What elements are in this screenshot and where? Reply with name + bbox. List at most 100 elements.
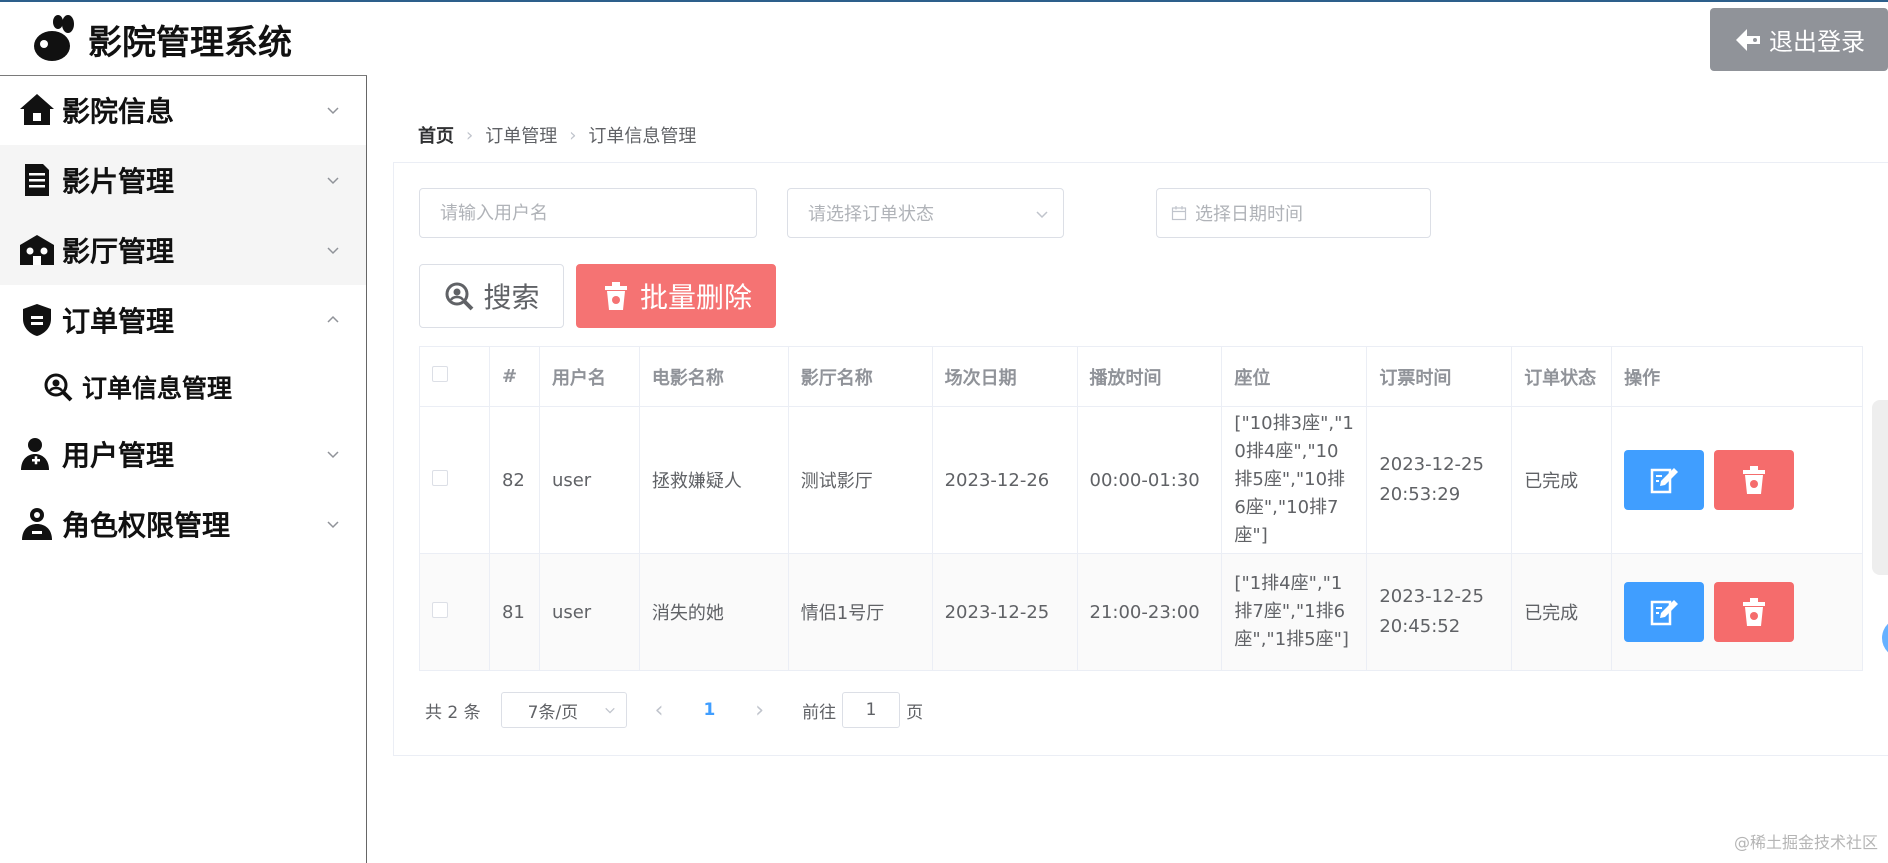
pagination: 共 2 条 7条/页 ‹ 1 › 前往 1 页: [425, 692, 923, 728]
chevron-down-icon: [327, 177, 339, 185]
page-number-current[interactable]: 1: [703, 700, 715, 720]
cell-id: 82: [489, 406, 540, 554]
date-picker[interactable]: 选择日期时间: [1156, 188, 1431, 238]
cell-actions: [1611, 406, 1863, 554]
cell-actions: [1611, 553, 1863, 671]
table-header-row: # 用户名 电影名称 影厅名称 场次日期 播放时间 座位 订票时间 订单状态 操…: [419, 346, 1863, 407]
sidebar-item-orders[interactable]: 订单管理: [0, 285, 366, 355]
table-row: 82 user 拯救嫌疑人 测试影厅 2023-12-26 00:00-01:3…: [419, 406, 1863, 554]
logout-label: 退出登录: [1769, 28, 1865, 56]
orders-table: # 用户名 电影名称 影厅名称 场次日期 播放时间 座位 订票时间 订单状态 操…: [419, 346, 1863, 671]
user-role-icon: [22, 508, 52, 540]
sidebar-item-label: 影厅管理: [62, 235, 175, 268]
user-add-icon: [21, 438, 49, 470]
cell-movie: 拯救嫌疑人: [639, 406, 789, 554]
cell-status: 已完成: [1511, 406, 1613, 554]
column-header: 场次日期: [932, 346, 1078, 407]
column-header: 影厅名称: [788, 346, 933, 407]
sidebar-item-roles[interactable]: 角色权限管理: [0, 489, 366, 559]
calendar-icon: [1171, 206, 1187, 221]
chevron-down-icon: [327, 521, 339, 529]
table-row: 81 user 消失的她 情侣1号厅 2023-12-25 21:00-23:0…: [419, 553, 1863, 671]
next-page-button[interactable]: ›: [755, 698, 764, 723]
sidebar-item-label: 订单信息管理: [82, 374, 233, 403]
column-header: #: [489, 346, 540, 407]
breadcrumb-separator: ›: [569, 124, 577, 146]
column-header: 操作: [1611, 346, 1863, 407]
sidebar-item-movies[interactable]: 影片管理: [0, 145, 366, 215]
cell-seats: ["1排4座","1排7座","1排6座","1排5座"]: [1221, 553, 1368, 671]
username-input[interactable]: [440, 202, 756, 224]
floating-side-widget[interactable]: [1872, 400, 1888, 575]
cell-id: 81: [489, 553, 540, 671]
logout-button[interactable]: 退出登录: [1710, 8, 1888, 71]
trash-icon: [604, 282, 627, 310]
select-all-checkbox[interactable]: [432, 366, 448, 382]
breadcrumb-order-info: 订单信息管理: [588, 126, 697, 147]
sidebar-item-halls[interactable]: 影厅管理: [0, 215, 366, 285]
home-icon: [20, 94, 54, 125]
sidebar-item-users[interactable]: 用户管理: [0, 419, 366, 489]
batch-delete-button[interactable]: 批量删除: [576, 264, 776, 328]
search-label: 搜索: [483, 281, 540, 314]
chevron-up-icon: [327, 315, 339, 323]
edit-icon: [1650, 600, 1679, 626]
column-header: 订票时间: [1366, 346, 1513, 407]
chevron-down-icon: [327, 451, 339, 459]
edit-button[interactable]: [1624, 450, 1705, 510]
row-select-cell: [419, 406, 490, 554]
logo: 影院管理系统: [30, 14, 292, 64]
date-placeholder: 选择日期时间: [1195, 204, 1303, 225]
chevron-down-icon: [327, 107, 339, 115]
column-header: 播放时间: [1077, 346, 1223, 407]
username-input-wrapper[interactable]: [419, 188, 757, 238]
search-button[interactable]: 搜索: [419, 264, 564, 328]
row-select-cell: [419, 553, 490, 671]
column-header: 订单状态: [1511, 346, 1613, 407]
sidebar-item-label: 订单管理: [62, 305, 175, 338]
sidebar-item-label: 用户管理: [62, 439, 175, 472]
chevron-down-icon: [1036, 211, 1048, 219]
goto-label: 前往: [802, 702, 837, 723]
page-suffix: 页: [906, 702, 924, 723]
cell-date: 2023-12-26: [932, 406, 1078, 554]
order-status-select[interactable]: 请选择订单状态: [787, 188, 1064, 238]
cell-order-time: 2023-12-25 20:45:52: [1366, 553, 1513, 671]
column-header: 电影名称: [639, 346, 789, 407]
sidebar: 影院信息 影片管理 影厅管理 订单管理 订单信息管理 用户管理 角色权限管理: [0, 75, 367, 863]
hall-icon: [20, 235, 54, 265]
page-size-value: 7条/页: [527, 702, 579, 723]
sidebar-item-order-info[interactable]: 订单信息管理: [0, 355, 366, 419]
sidebar-item-cinema-info[interactable]: 影院信息: [0, 75, 366, 145]
cell-order-time: 2023-12-25 20:53:29: [1366, 406, 1513, 554]
app-title: 影院管理系统: [88, 22, 292, 63]
page-size-select[interactable]: 7条/页: [500, 692, 627, 728]
chevron-down-icon: [327, 247, 339, 255]
logo-icon: [34, 15, 74, 61]
breadcrumb-orders: 订单管理: [485, 126, 558, 147]
order-status-placeholder: 请选择订单状态: [808, 204, 934, 225]
app-header: 影院管理系统 退出登录: [0, 0, 1888, 75]
row-checkbox[interactable]: [432, 601, 448, 618]
batch-delete-label: 批量删除: [639, 281, 752, 314]
row-checkbox[interactable]: [432, 469, 448, 486]
sidebar-item-label: 影院信息: [62, 95, 175, 128]
delete-button[interactable]: [1714, 582, 1795, 642]
goto-page-input[interactable]: 1: [842, 692, 901, 728]
prev-page-button[interactable]: ‹: [655, 698, 664, 723]
document-icon: [25, 164, 49, 196]
select-all-cell: [419, 346, 490, 407]
breadcrumb-home[interactable]: 首页: [418, 122, 454, 148]
delete-button[interactable]: [1714, 450, 1795, 510]
cell-time: 00:00-01:30: [1077, 406, 1223, 554]
search-icon: [44, 373, 73, 402]
trash-icon: [1743, 598, 1766, 626]
cell-time: 21:00-23:00: [1077, 553, 1223, 671]
watermark: @稀土掘金技术社区: [1733, 833, 1878, 852]
column-header: 座位: [1221, 346, 1368, 407]
total-count: 共 2 条: [425, 702, 481, 723]
edit-button[interactable]: [1624, 582, 1705, 642]
cell-movie: 消失的她: [639, 553, 789, 671]
cell-seats: ["10排3座","10排4座","10排5座","10排6座","10排7座"…: [1221, 406, 1368, 554]
sidebar-item-label: 影片管理: [62, 165, 175, 198]
